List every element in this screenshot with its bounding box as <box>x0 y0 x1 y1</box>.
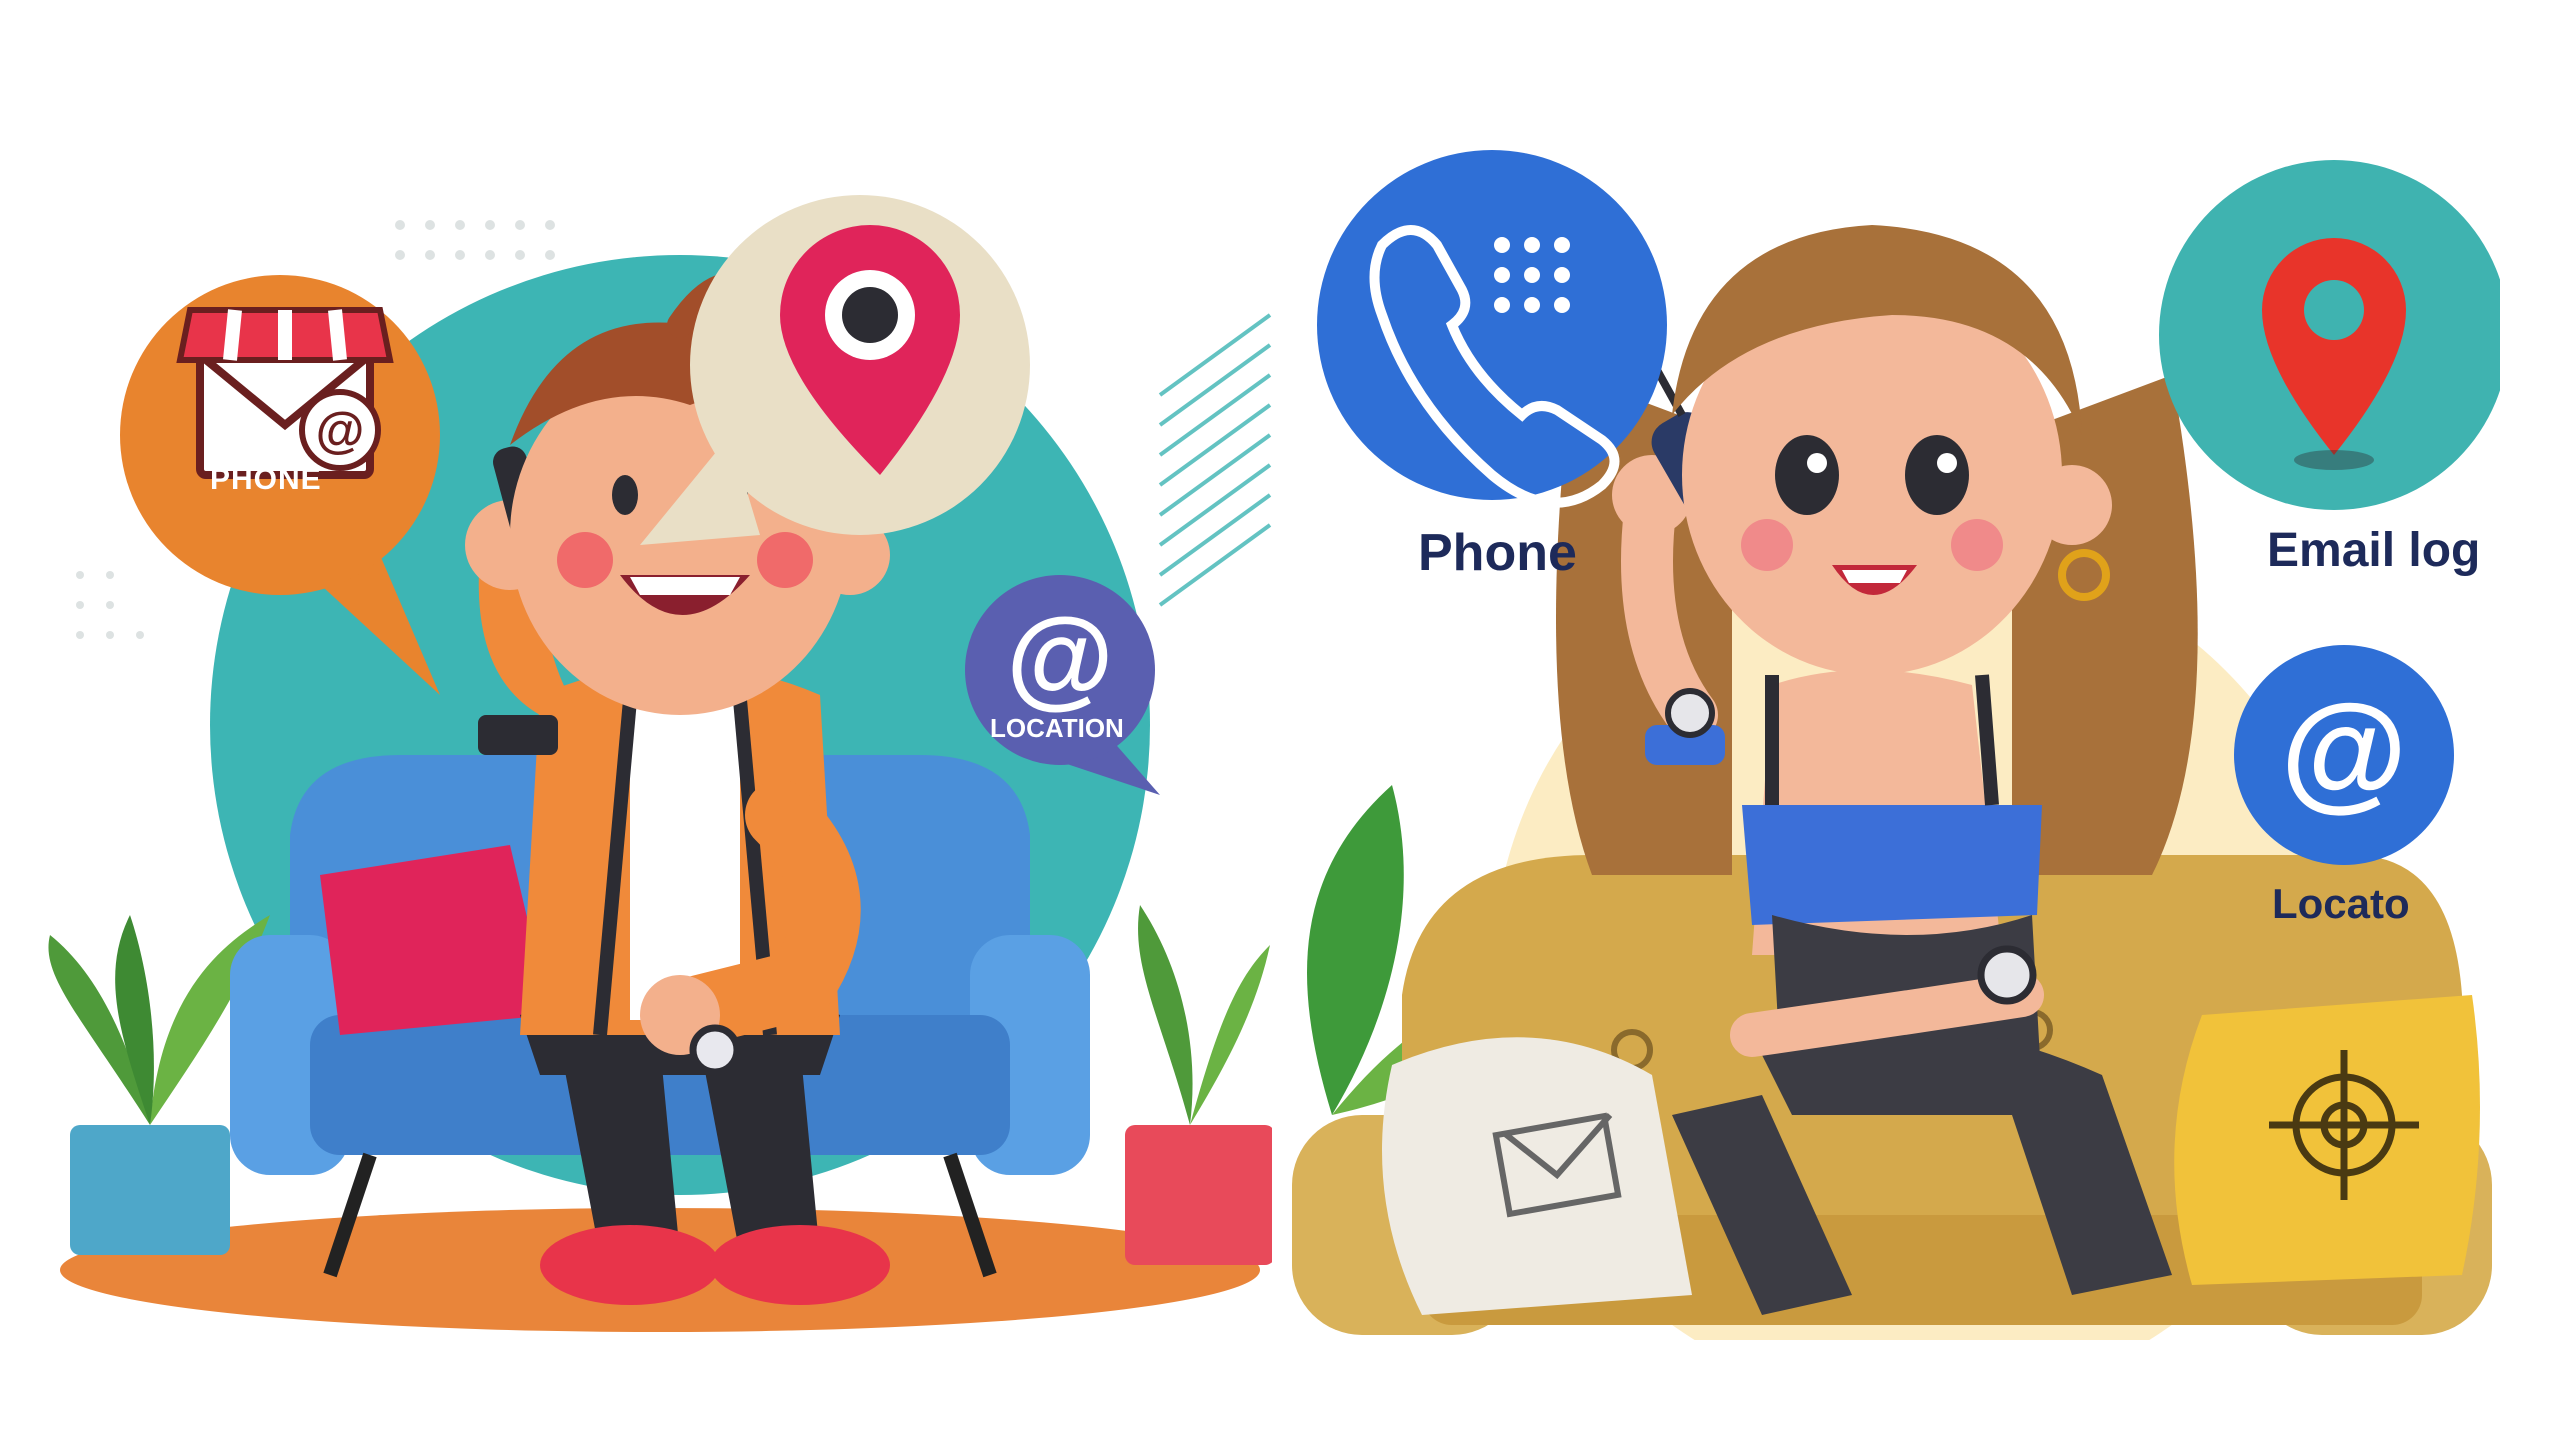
location-label: LOCATION <box>990 713 1124 743</box>
phone-label: Phone <box>1418 524 1577 582</box>
svg-text:@: @ <box>2281 677 2408 823</box>
envelope-pillow <box>1382 1037 1692 1315</box>
svg-text:@: @ <box>316 402 365 458</box>
phone-label: PHONE <box>210 463 322 496</box>
right-scene: @ <box>1292 150 2500 1340</box>
illustration-stage: @ @ PHONE LOCATION @ Phone Email log Loc… <box>0 0 2560 1440</box>
stripe-texture <box>1158 313 1272 607</box>
location-label: Locato <box>2272 880 2410 927</box>
email-log-label: Email log <box>2267 524 2481 577</box>
right-illustration-panel: @ Phone Email log Locato <box>1272 115 2500 1340</box>
at-sign-icon: @ <box>2281 677 2408 823</box>
left-illustration-panel: @ @ PHONE LOCATION <box>40 115 1278 1355</box>
svg-text:@: @ <box>1006 596 1113 719</box>
right-plant <box>1125 905 1275 1265</box>
at-sign-icon: @ <box>1006 596 1113 719</box>
storefront-envelope-icon: @ <box>176 307 394 479</box>
